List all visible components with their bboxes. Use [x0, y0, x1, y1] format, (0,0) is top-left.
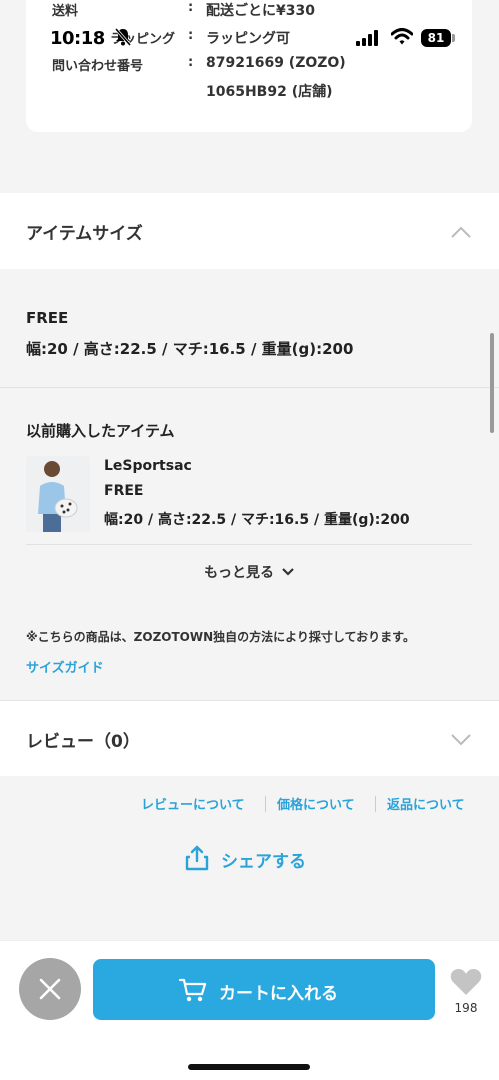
status-time: 10:18 — [50, 28, 105, 49]
share-label: シェアする — [221, 852, 306, 872]
battery-icon: 81 — [421, 29, 451, 47]
battery-tip — [452, 34, 455, 42]
scrollbar[interactable] — [490, 333, 494, 433]
cart-icon — [178, 977, 207, 1007]
shipping-info-card: 送料 : 配送ごとに¥330 ラッピング : ラッピング可 問い合わせ番号 : … — [26, 0, 472, 132]
previous-item-brand[interactable]: LeSportsac — [104, 458, 192, 474]
price-policy-link[interactable]: 価格について — [277, 794, 355, 813]
item-size-title: アイテムサイズ — [26, 224, 143, 244]
divider — [26, 544, 472, 545]
chevron-up-icon — [451, 223, 471, 242]
info-value: 87921669 (ZOZO) — [206, 55, 346, 71]
previous-item-dimensions: 幅:20 / 高さ:22.5 / マチ:16.5 / 重量(g):200 — [104, 512, 410, 528]
info-value: ラッピング可 — [206, 31, 290, 47]
size-dimensions: 幅:20 / 高さ:22.5 / マチ:16.5 / 重量(g):200 — [26, 340, 354, 358]
review-policy-link[interactable]: レビューについて — [141, 794, 245, 813]
size-guide-link[interactable]: サイズガイド — [26, 657, 104, 676]
info-label: 問い合わせ番号 — [52, 59, 144, 74]
favorite-count: 198 — [454, 1001, 478, 1015]
show-more-label: もっと見る — [204, 565, 275, 581]
return-policy-link[interactable]: 返品について — [387, 794, 465, 813]
wifi-icon — [390, 28, 414, 50]
show-more-button[interactable]: もっと見る — [0, 562, 499, 582]
previous-purchase-title: 以前購入したアイテム — [26, 422, 175, 440]
home-indicator — [188, 1064, 310, 1070]
add-to-cart-label: カートに入れる — [219, 984, 338, 1004]
link-separator — [375, 796, 376, 812]
footer-links: レビューについて 価格について 返品について — [0, 794, 499, 814]
chevron-down-icon — [451, 731, 471, 750]
close-button[interactable] — [19, 958, 81, 1020]
size-name: FREE — [26, 309, 69, 327]
previous-item-thumbnail[interactable] — [26, 456, 90, 532]
divider — [0, 387, 499, 388]
item-size-header[interactable]: アイテムサイズ — [0, 193, 499, 269]
info-value: 配送ごとに¥330 — [206, 3, 315, 19]
share-icon — [184, 845, 210, 876]
previous-item-size: FREE — [104, 483, 144, 499]
bell-muted-icon — [113, 27, 133, 51]
info-value: 1065HB92 (店舗) — [206, 84, 333, 100]
add-to-cart-button[interactable]: カートに入れる — [93, 959, 435, 1020]
info-label: 送料 — [52, 4, 79, 19]
signal-icon — [356, 30, 382, 50]
review-title: レビュー（0） — [26, 732, 140, 752]
link-separator — [265, 796, 266, 812]
measurement-note: ※こちらの商品は、ZOZOTOWN独自の方法により採寸しております。 — [26, 630, 415, 644]
chevron-down-icon — [281, 565, 295, 581]
review-header[interactable]: レビュー（0） — [0, 700, 499, 776]
